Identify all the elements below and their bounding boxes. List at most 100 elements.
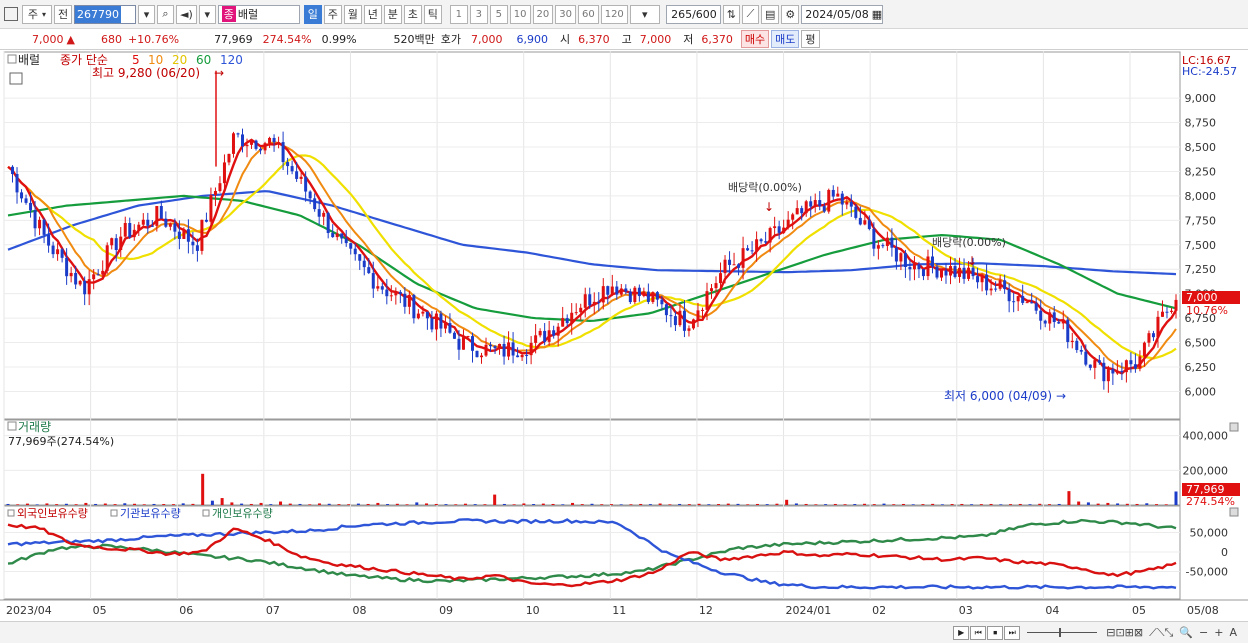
candle-tool-icon[interactable]: ⇅ <box>722 4 741 24</box>
candle-body <box>168 223 172 227</box>
font-icon[interactable]: A <box>1229 626 1237 639</box>
volume-subtitle: 77,969주(274.54%) <box>8 435 114 448</box>
chart-tools-icons[interactable]: ⊟⊡⊞⊠ <box>1106 626 1143 639</box>
volume-bar <box>230 502 234 505</box>
average-button[interactable]: 평 <box>801 30 820 48</box>
ma-period-20: 20 <box>172 53 187 67</box>
interval-1[interactable]: 1 <box>449 4 468 24</box>
tab-2[interactable]: 월 <box>343 4 362 24</box>
market-select[interactable]: 주 ▾ <box>22 4 52 24</box>
candle-body <box>1138 356 1142 369</box>
stock-name-field[interactable]: 종 배럴 <box>217 4 300 24</box>
interval-30[interactable]: 30 <box>555 4 576 24</box>
market-label: 주 <box>27 8 39 21</box>
date-field[interactable]: 2024/05/08 ▦ <box>801 4 884 24</box>
volume-tick: 200,000 <box>1183 464 1229 477</box>
search-icon[interactable]: ⌕ <box>157 4 174 24</box>
volume-bar <box>571 502 575 505</box>
volume-bar <box>249 503 253 505</box>
interval-120[interactable]: 120 <box>600 4 628 24</box>
candle-body <box>69 272 73 277</box>
zoom-out-icon[interactable]: − <box>1199 626 1208 639</box>
candle-body <box>1088 364 1092 368</box>
tab-3[interactable]: 년 <box>363 4 382 24</box>
volume-bar <box>950 504 954 505</box>
candle-body <box>700 309 704 311</box>
candle-body <box>723 259 727 274</box>
date-value: 2024/05/08 <box>805 7 869 21</box>
candle-body <box>480 355 484 358</box>
candle-body <box>728 259 732 265</box>
interval-5[interactable]: 5 <box>489 4 508 24</box>
interval-10[interactable]: 10 <box>509 4 531 24</box>
period-select[interactable]: 전 <box>54 4 72 24</box>
volume-bar <box>853 504 857 505</box>
candle-body <box>489 344 493 347</box>
tab-1[interactable]: 주 <box>323 4 342 24</box>
stock-code-input[interactable]: 267790 <box>74 4 136 24</box>
volume-bar <box>794 503 798 505</box>
volume-bar <box>386 504 390 505</box>
current-price: 7,000 <box>32 32 64 46</box>
candle-body <box>150 225 154 227</box>
candle-body <box>1174 299 1178 311</box>
interval-3[interactable]: 3 <box>469 4 488 24</box>
candle-body <box>331 233 335 238</box>
draw-tools-icons[interactable]: ⟋⟍⤡ <box>1149 626 1173 640</box>
candle-body <box>809 201 813 207</box>
volume-bar <box>220 498 224 505</box>
speaker-dropdown[interactable]: ▾ <box>198 4 216 24</box>
candle-body <box>47 234 51 246</box>
nav-button-1[interactable]: ⏮ <box>970 625 987 640</box>
save-icon[interactable]: ▤ <box>761 4 780 24</box>
volume-bar <box>356 503 360 505</box>
nav-button-3[interactable]: ⏭ <box>1004 625 1021 640</box>
period-tabs: 일주월년분초틱 <box>303 4 444 24</box>
main-toolbar: 주 ▾ 전 267790 ▾ ⌕ ◄) ▾ 종 배럴 일주월년분초틱 1 3 5 10 20… <box>0 0 1248 29</box>
candle-body <box>461 337 465 350</box>
volume-bar <box>678 503 682 505</box>
stock-dropdown-button[interactable]: ▾ <box>138 4 155 24</box>
volume-bar <box>580 504 584 505</box>
nav-button-0[interactable]: ▶ <box>953 625 970 640</box>
candle-body <box>155 205 159 226</box>
tab-4[interactable]: 분 <box>383 4 402 24</box>
tab-5[interactable]: 초 <box>403 4 422 24</box>
zoom-in-icon[interactable]: + <box>1214 626 1223 639</box>
candle-body <box>615 286 619 295</box>
candle-body <box>389 295 393 297</box>
tab-6[interactable]: 틱 <box>423 4 442 24</box>
candle-body <box>1084 351 1088 365</box>
volume-value: 77,969 <box>214 32 253 46</box>
x-tick-label: 02 <box>872 604 886 617</box>
high-label: 고 <box>621 33 632 46</box>
interval-20[interactable]: 20 <box>532 4 554 24</box>
zoom-icon[interactable]: 🔍 <box>1179 626 1193 639</box>
candle-body <box>295 171 299 179</box>
volume-bar <box>863 503 867 505</box>
candle-body <box>141 219 145 225</box>
interval-60[interactable]: 60 <box>577 4 599 24</box>
tab-0[interactable]: 일 <box>303 4 322 24</box>
interval-dropdown[interactable]: ▾ <box>629 4 660 24</box>
draw-tool-icon[interactable]: ⟋ <box>742 4 760 24</box>
volume-bar <box>405 504 409 505</box>
candle-body <box>642 291 646 297</box>
candle-body <box>277 142 281 144</box>
x-tick-label: 10 <box>526 604 540 617</box>
sell-button[interactable]: 매도 <box>771 30 800 48</box>
candle-body <box>845 202 849 205</box>
gear-icon[interactable]: ⚙ <box>781 4 800 24</box>
speaker-icon[interactable]: ◄) <box>176 4 197 24</box>
candle-body <box>259 148 263 151</box>
bar-count-field[interactable]: 265/600 <box>665 4 721 24</box>
candle-body <box>682 310 686 331</box>
volume-bar <box>561 504 565 505</box>
stock-chart[interactable]: 9,000 8,750 8,500 8,250 8,000 7,750 7,500 7,250… <box>0 51 1248 621</box>
zoom-slider[interactable] <box>1027 628 1098 637</box>
buy-button[interactable]: 매수 <box>740 30 770 48</box>
candle-body <box>159 205 163 219</box>
nav-button-2[interactable]: ⏹ <box>987 625 1004 640</box>
volume-bar <box>1155 504 1159 505</box>
window-icon[interactable] <box>4 7 18 21</box>
